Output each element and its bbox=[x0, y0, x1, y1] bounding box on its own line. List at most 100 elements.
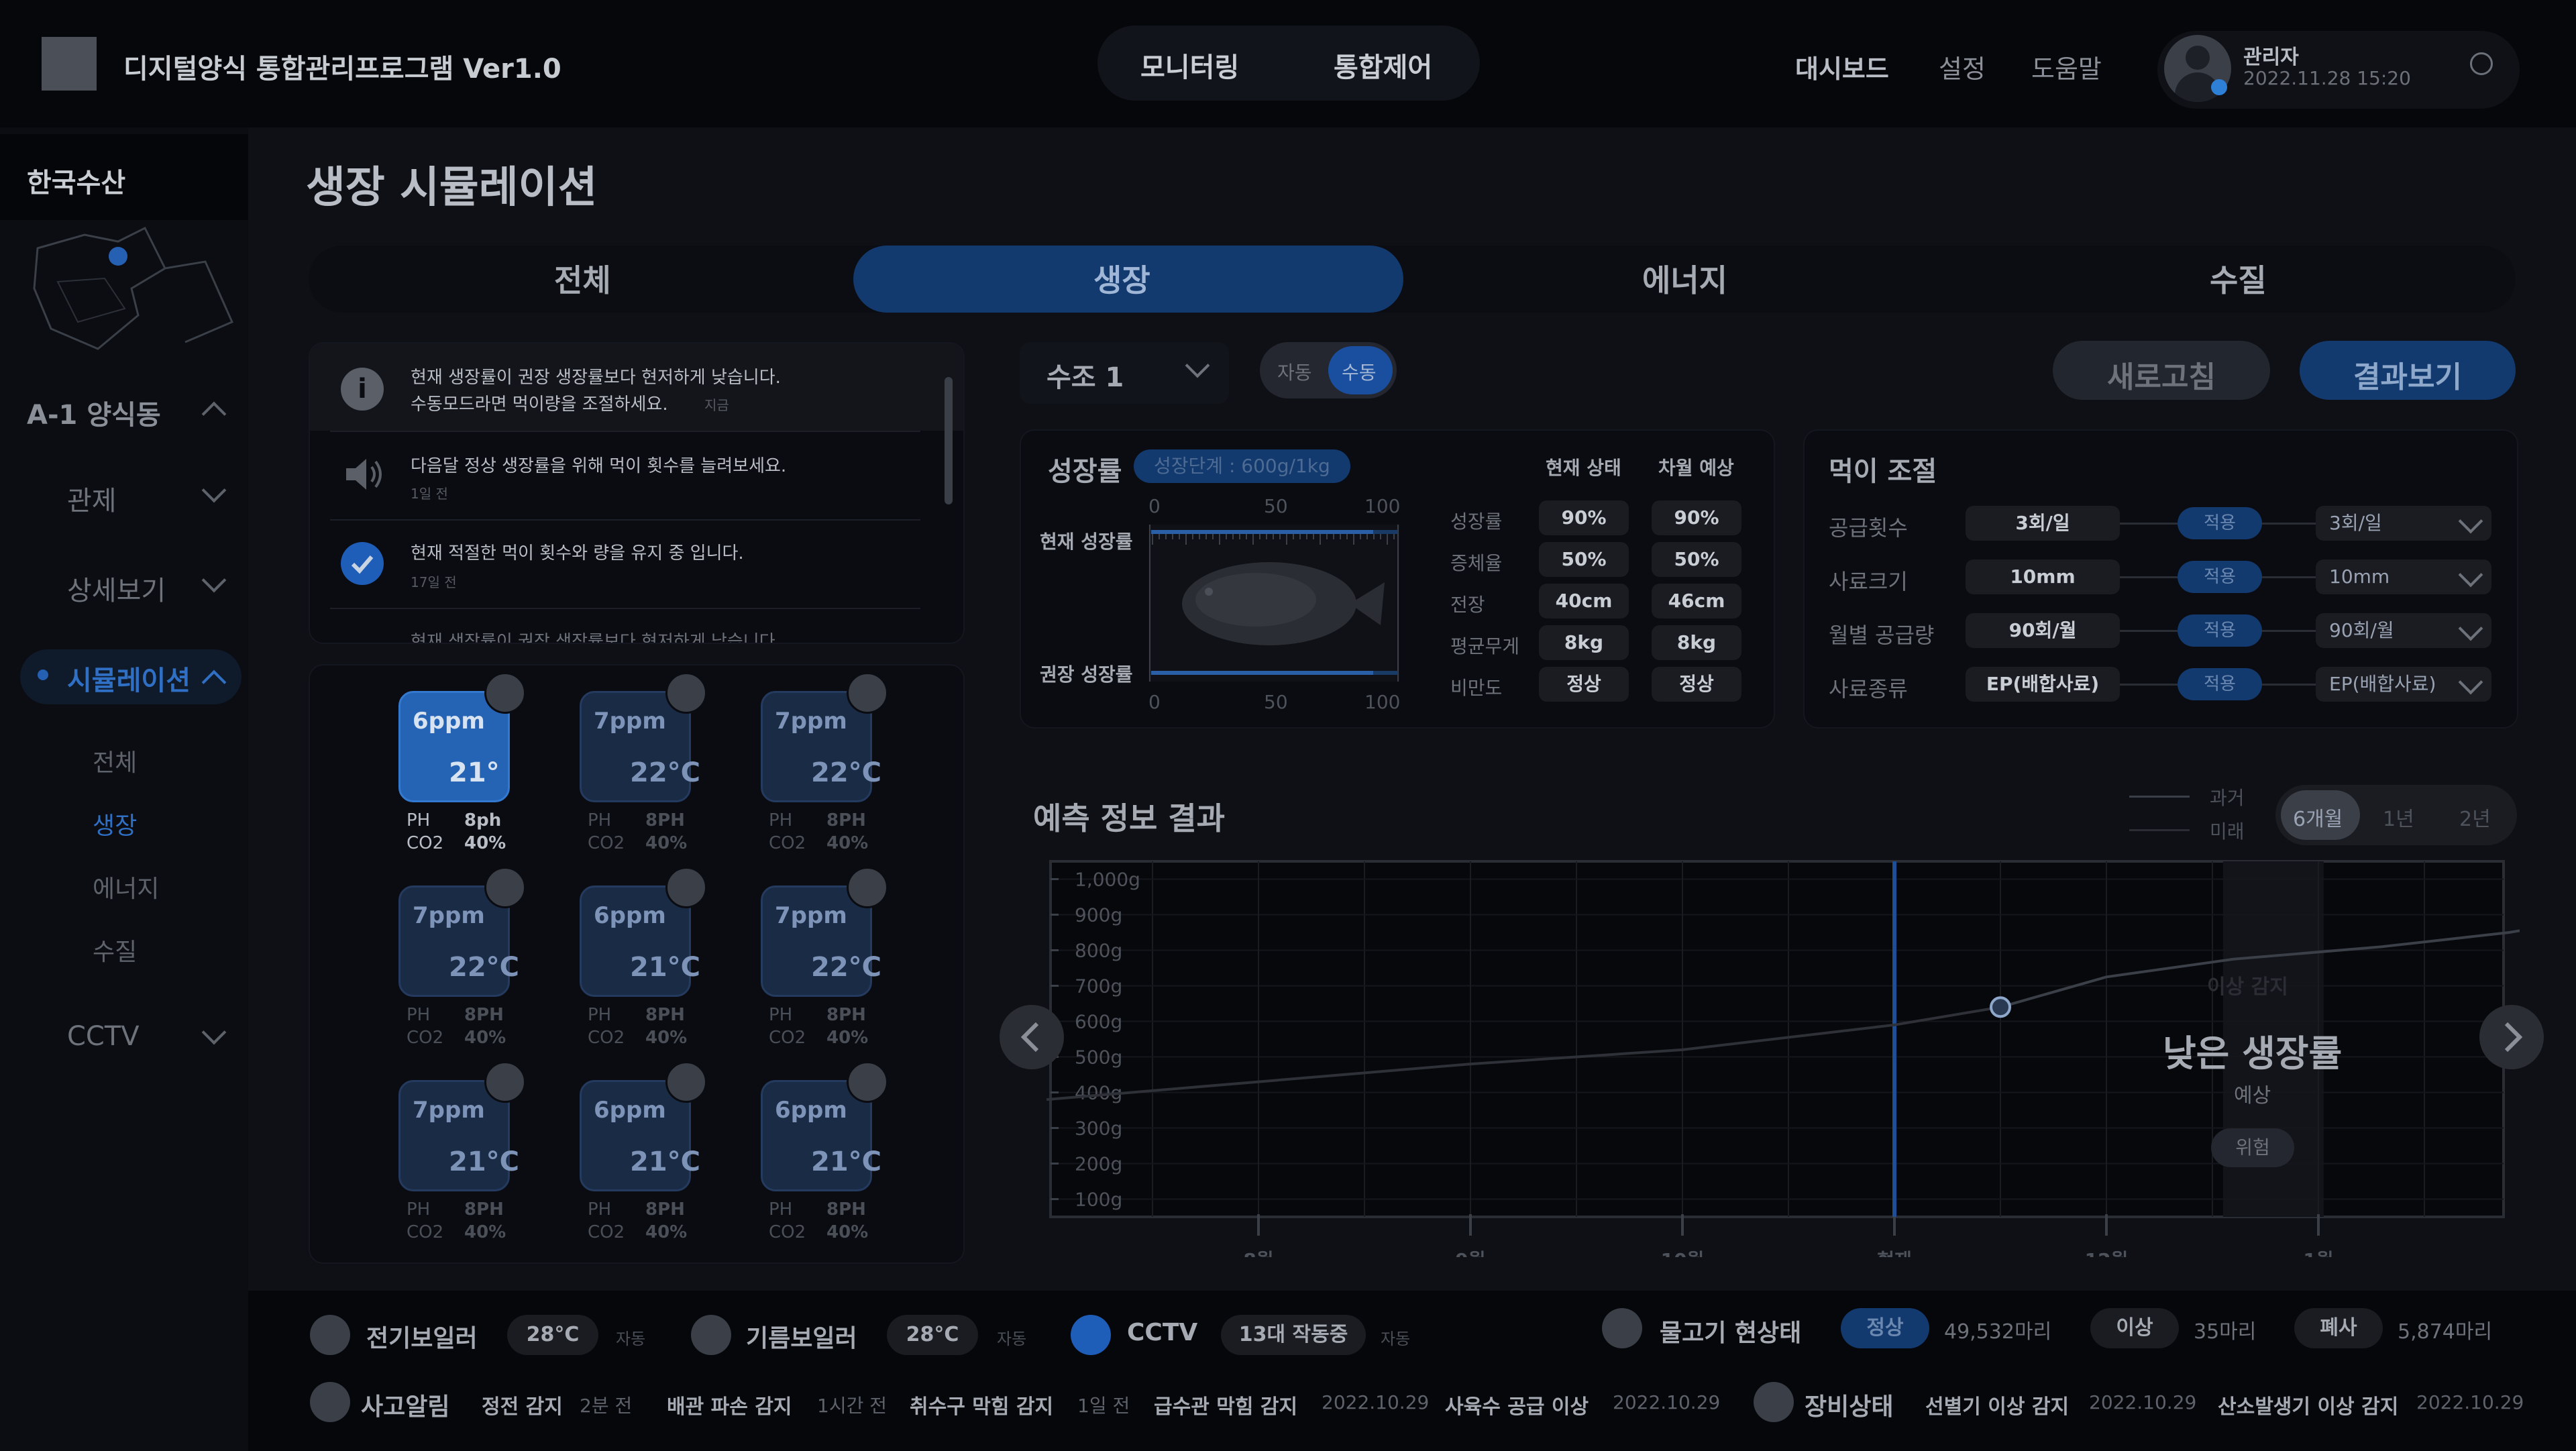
range-1y[interactable]: 1년 bbox=[2383, 802, 2414, 832]
lightning-icon bbox=[310, 1315, 350, 1355]
x-tick-label: 12월 bbox=[2085, 1249, 2129, 1257]
feed-row-label: 사료종류 bbox=[1829, 676, 1908, 702]
chart-next-button[interactable] bbox=[2479, 1005, 2544, 1069]
accident-item: 취수구 막힘 감지 bbox=[910, 1395, 1054, 1419]
user-menu-icon[interactable] bbox=[2470, 52, 2493, 75]
growth-row-label: 증체율 bbox=[1450, 552, 1503, 574]
dead-count: 5,874마리 bbox=[2398, 1320, 2493, 1344]
recommended-growth-label: 권장 성장률 bbox=[1040, 663, 1133, 686]
growth-row-label: 전장 bbox=[1450, 594, 1485, 616]
connector-line bbox=[2262, 684, 2316, 686]
chart-prev-button[interactable] bbox=[1000, 1005, 1064, 1069]
company-name: 한국수산 bbox=[27, 168, 126, 199]
edit-pin-icon[interactable] bbox=[484, 1061, 526, 1103]
mode-auto-label[interactable]: 자동 bbox=[1277, 358, 1312, 385]
legend-future: 미래 bbox=[2210, 820, 2245, 843]
edit-pin-icon[interactable] bbox=[665, 1061, 707, 1103]
sidebar-item-detail[interactable]: 상세보기 bbox=[67, 569, 166, 608]
sidebar-item-cctv[interactable]: CCTV bbox=[67, 1021, 140, 1052]
auto-tag: 자동 bbox=[1381, 1330, 1411, 1348]
abnormal-count: 35마리 bbox=[2194, 1320, 2257, 1344]
link-help[interactable]: 도움말 bbox=[2031, 48, 2102, 85]
legend-past-line bbox=[2129, 796, 2190, 798]
sidebar-sub-all[interactable]: 전체 bbox=[93, 743, 137, 778]
edit-pin-icon[interactable] bbox=[847, 867, 888, 908]
feed-current-value: EP(배합사료) bbox=[1966, 667, 2120, 702]
edit-pin-icon[interactable] bbox=[847, 1061, 888, 1103]
alert-text: 수동모드라면 먹이량을 조절하세요. bbox=[411, 394, 668, 415]
tank-ppm: 6ppm bbox=[594, 1097, 666, 1124]
chevron-down-icon bbox=[2458, 562, 2483, 588]
feed-select[interactable]: 3회/일 bbox=[2316, 506, 2491, 541]
x-tick-label: 8월 bbox=[1243, 1249, 1273, 1257]
tab-water[interactable]: 수질 bbox=[2210, 256, 2267, 301]
tab-growth[interactable]: 생장 bbox=[1093, 256, 1150, 301]
scrollbar[interactable] bbox=[945, 377, 953, 504]
accident-item: 급수관 막힘 감지 bbox=[1154, 1395, 1298, 1419]
tank-temp: 22°C bbox=[630, 757, 701, 788]
link-dashboard[interactable]: 대시보드 bbox=[1795, 48, 1889, 85]
tank-co2-value: 40% bbox=[645, 833, 688, 853]
growth-next-value: 정상 bbox=[1652, 667, 1741, 702]
feed-row-label: 사료크기 bbox=[1829, 569, 1908, 594]
sidebar-sub-energy[interactable]: 에너지 bbox=[93, 869, 159, 904]
sidebar-facility[interactable]: A-1 양식동 bbox=[27, 393, 161, 432]
tank-ph-value: 8PH bbox=[464, 1005, 504, 1025]
sidebar-sub-growth[interactable]: 생장 bbox=[93, 806, 137, 841]
app-title: 디지털양식 통합관리프로그램 Ver1.0 bbox=[123, 54, 561, 85]
edit-pin-icon[interactable] bbox=[665, 867, 707, 908]
tank-temp: 21° bbox=[449, 757, 500, 788]
minimap[interactable] bbox=[31, 221, 248, 353]
edit-pin-icon[interactable] bbox=[484, 672, 526, 714]
warning-tag: 위험 bbox=[2211, 1128, 2294, 1167]
sidebar-company: 한국수산 bbox=[0, 134, 248, 220]
edit-pin-icon[interactable] bbox=[847, 672, 888, 714]
sidebar-item-control[interactable]: 관제 bbox=[67, 479, 117, 518]
feed-apply-button[interactable]: 적용 bbox=[2178, 561, 2262, 593]
tank-ph-value: 8PH bbox=[826, 1199, 866, 1220]
growth-next-value: 8kg bbox=[1652, 625, 1741, 660]
feed-select[interactable]: 10mm bbox=[2316, 559, 2491, 594]
feed-apply-button[interactable]: 적용 bbox=[2178, 507, 2262, 539]
tank-ph-label: PH bbox=[769, 810, 793, 830]
link-settings[interactable]: 설정 bbox=[1939, 48, 1986, 85]
auto-tag: 자동 bbox=[616, 1330, 646, 1348]
sidebar-item-simulation[interactable]: 시뮬레이션 bbox=[67, 659, 191, 698]
range-6m[interactable]: 6개월 bbox=[2293, 802, 2343, 832]
tab-all[interactable]: 전체 bbox=[554, 256, 611, 301]
tank-co2-label: CO2 bbox=[588, 1222, 625, 1242]
connector-line bbox=[2262, 576, 2316, 578]
range-2y[interactable]: 2년 bbox=[2459, 802, 2491, 832]
sidebar-sub-water[interactable]: 수질 bbox=[93, 932, 137, 967]
recommended-growth-bar bbox=[1151, 671, 1398, 675]
feed-select[interactable]: EP(배합사료) bbox=[2316, 667, 2491, 702]
feed-apply-button[interactable]: 적용 bbox=[2178, 668, 2262, 700]
tank-ph-label: PH bbox=[769, 1005, 793, 1025]
refresh-button[interactable]: 새로고침 bbox=[2053, 341, 2270, 400]
accident-item: 정전 감지 bbox=[482, 1395, 563, 1419]
tank-select-dropdown[interactable]: 수조 1 bbox=[1020, 342, 1229, 404]
edit-pin-icon[interactable] bbox=[665, 672, 707, 714]
tank-co2-label: CO2 bbox=[769, 833, 806, 853]
scale-tick: 50 bbox=[1264, 495, 1288, 517]
result-button[interactable]: 결과보기 bbox=[2300, 341, 2516, 400]
nav-integrated-control[interactable]: 통합제어 bbox=[1334, 46, 1432, 85]
equip-label: 장비상태 bbox=[1805, 1393, 1894, 1421]
active-dot-icon bbox=[38, 669, 48, 680]
connector-line bbox=[2120, 523, 2178, 525]
equip-time: 2022.10.29 bbox=[2089, 1391, 2197, 1413]
feed-apply-button[interactable]: 적용 bbox=[2178, 614, 2262, 647]
feed-select[interactable]: 90회/월 bbox=[2316, 613, 2491, 648]
nav-monitoring[interactable]: 모니터링 bbox=[1140, 46, 1239, 85]
connector-line bbox=[2120, 576, 2178, 578]
accident-item: 사육수 공급 이상 bbox=[1445, 1395, 1589, 1419]
growth-next-value: 50% bbox=[1652, 542, 1741, 577]
tank-co2-label: CO2 bbox=[407, 1028, 444, 1048]
tab-energy[interactable]: 에너지 bbox=[1642, 256, 1727, 301]
tank-co2-label: CO2 bbox=[588, 1028, 625, 1048]
result-label: 결과보기 bbox=[2353, 360, 2462, 394]
tank-temp: 21°C bbox=[630, 952, 701, 983]
edit-pin-icon[interactable] bbox=[484, 867, 526, 908]
y-tick-label: 900g bbox=[1075, 904, 1122, 926]
mode-manual-label[interactable]: 수동 bbox=[1342, 358, 1377, 385]
